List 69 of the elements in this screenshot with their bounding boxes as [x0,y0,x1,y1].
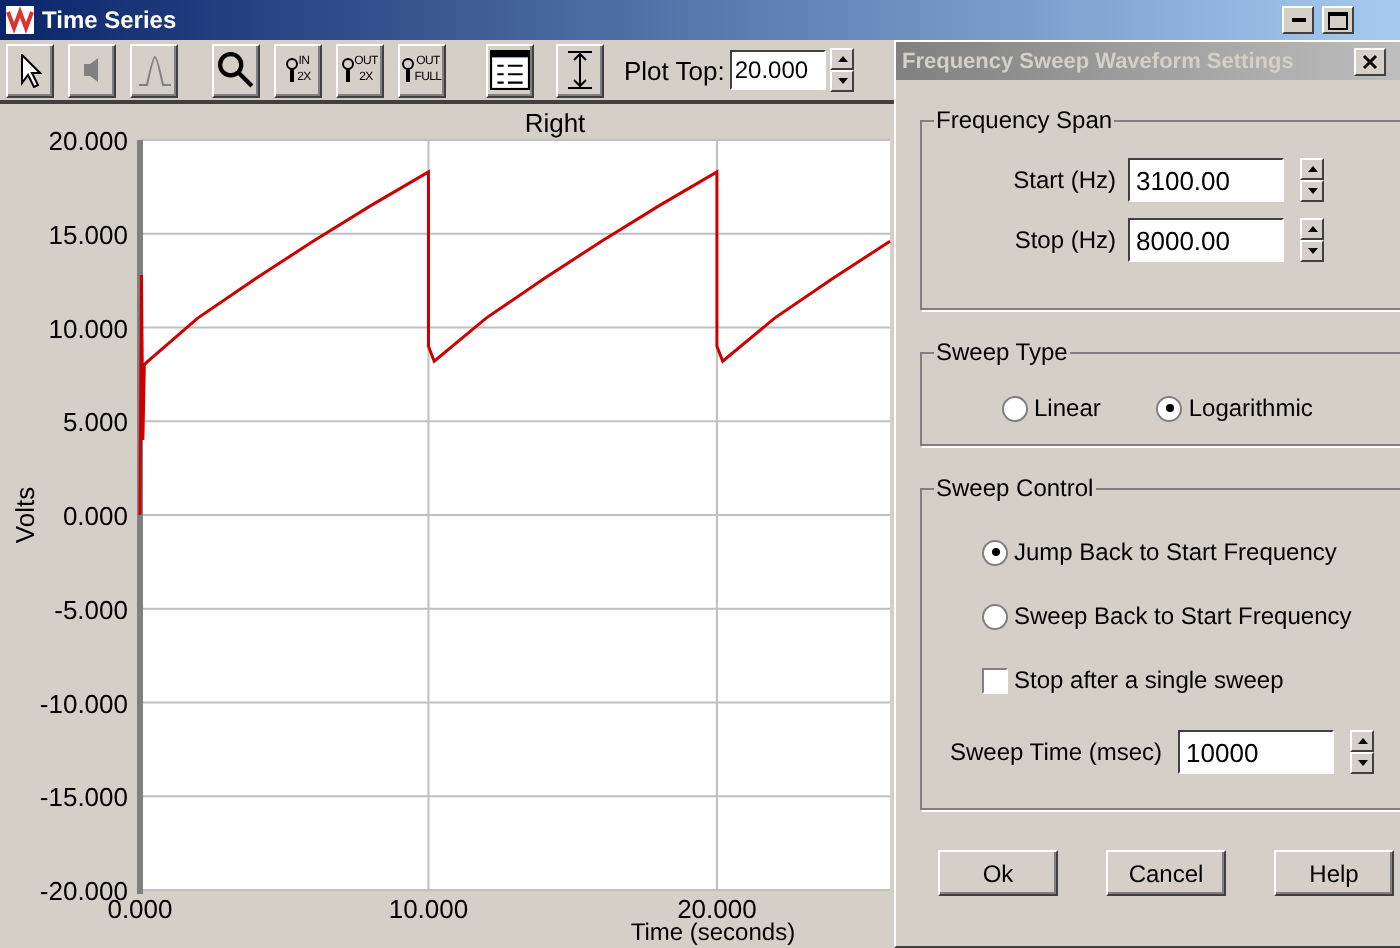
dialog-button[interactable]: Ok [938,850,1058,896]
frequency-field[interactable]: 3100.00 [1128,158,1284,202]
toolbar-button[interactable] [6,43,54,97]
y-tick-label: -5.000 [54,594,128,625]
pointer-icon [19,53,41,87]
y-tick-label: 10.000 [48,313,128,344]
spin-up-button[interactable] [830,48,855,70]
y-tick-label: 20.000 [48,126,128,156]
caret-down-icon [837,78,848,84]
spin-down-button[interactable] [1300,240,1324,262]
search-icon [218,52,254,88]
toolbar-button[interactable] [486,43,534,97]
spin-up-button[interactable] [1350,730,1375,752]
y-tick-label: -10.000 [39,688,128,719]
minimize-icon [1291,18,1305,22]
y-tick-label: 0.000 [62,501,128,531]
y-tick-label: 15.000 [48,219,128,250]
frequency-field[interactable]: 8000.00 [1128,218,1284,262]
group-title: Sweep Type [934,338,1070,366]
field-label: Stop (Hz) [1012,226,1116,254]
legend-icon [490,50,530,90]
vertical-arrows-icon [566,50,594,90]
caret-up-icon [1357,738,1368,744]
caret-up-icon [1307,226,1317,232]
close-icon [1361,53,1378,69]
close-button[interactable] [1353,47,1386,75]
speaker-icon [84,57,100,83]
dialog-button[interactable]: Cancel [1106,850,1226,896]
bell-curve-icon [137,55,171,85]
dialog-button[interactable]: Help [1274,850,1394,896]
y-axis-label: Volts [10,486,40,544]
spin-down-button[interactable] [1300,180,1324,202]
plot-top-field[interactable]: 20.000 [730,50,827,90]
maximize-button[interactable] [1322,6,1354,34]
spin-up-button[interactable] [1300,218,1324,240]
radio-option[interactable]: Linear [1002,394,1101,422]
spin-up-button[interactable] [1300,158,1324,180]
app-icon [6,6,34,34]
group-title: Frequency Span [934,106,1115,134]
radio-option[interactable]: Jump Back to Start Frequency [982,538,1337,566]
y-tick-label: 5.000 [62,407,128,438]
maximize-icon [1328,11,1348,29]
caret-down-icon [1357,760,1368,766]
toolbar-button[interactable] [212,43,260,97]
field-label: Sweep Time (msec) [950,738,1163,766]
x-tick-label: 20.000 [677,894,757,924]
caret-down-icon [1307,248,1317,254]
x-axis-label: Time (seconds) [630,918,796,946]
caret-up-icon [837,56,848,62]
sweep-time-field[interactable]: 10000 [1178,730,1335,774]
magnifier-icon [285,58,298,82]
magnifier-icon [342,58,355,82]
series-name: Right [524,108,586,138]
group-title: Sweep Control [934,474,1096,502]
spin-down-button[interactable] [830,70,855,92]
plot-top-label: Plot Top: [624,55,725,85]
field-label: Start (Hz) [1011,166,1116,194]
radio-option[interactable]: Sweep Back to Start Frequency [982,602,1352,630]
y-tick-label: -15.000 [39,782,128,813]
checkbox-option[interactable]: Stop after a single sweep [982,666,1284,694]
caret-up-icon [1307,166,1317,172]
minimize-button[interactable] [1282,6,1314,34]
window-title: Time Series [42,6,177,34]
radio-option[interactable]: Logarithmic [1156,394,1313,422]
x-tick-label: 10.000 [388,894,469,924]
magnifier-icon [402,58,415,82]
spin-down-button[interactable] [1350,752,1375,774]
caret-down-icon [1307,188,1317,194]
toolbar-button[interactable] [556,43,604,97]
